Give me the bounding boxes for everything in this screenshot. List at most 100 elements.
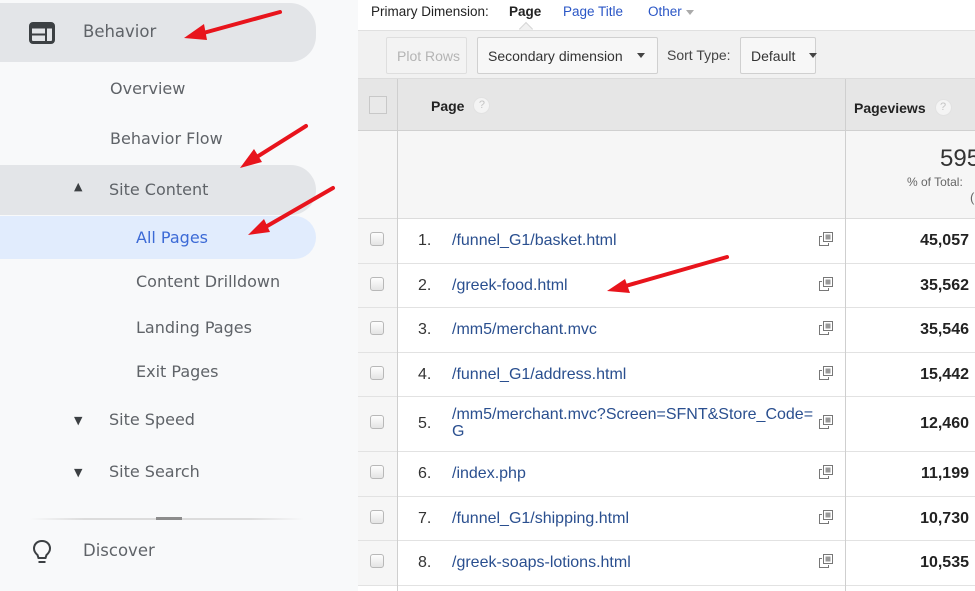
row-number: 4. — [418, 366, 432, 383]
sidebar-section-behavior[interactable]: Behavior — [0, 3, 316, 62]
page-link[interactable]: /funnel_G1/shipping.html — [452, 510, 818, 527]
select-all-checkbox[interactable] — [369, 96, 387, 114]
pageviews-value: 35,546 — [920, 321, 969, 338]
column-divider — [397, 79, 398, 591]
sidebar-item-overview[interactable]: Overview — [110, 79, 185, 98]
row-checkbox[interactable] — [370, 321, 384, 335]
page-link[interactable]: /mm5/merchant.mvc — [452, 321, 818, 338]
row-checkbox[interactable] — [370, 277, 384, 291]
page-link[interactable]: /mm5/merchant.mvc?Screen=SFNT&Store_Code… — [452, 406, 818, 440]
total-pageviews: 595 — [940, 145, 975, 172]
open-external-icon[interactable] — [819, 415, 833, 429]
dimension-other-label: Other — [648, 4, 682, 19]
pageviews-value: 12,460 — [920, 415, 969, 432]
open-external-icon[interactable] — [819, 321, 833, 335]
chevron-down-icon — [809, 53, 818, 58]
row-number: 7. — [418, 510, 432, 527]
caret-up-icon: ▲ — [74, 180, 83, 193]
primary-dimension-bar: Primary Dimension: Page Page Title Other — [358, 0, 975, 37]
sidebar-item-landing-pages[interactable]: Landing Pages — [136, 318, 252, 337]
pageviews-value: 10,535 — [920, 554, 969, 571]
row-number: 8. — [418, 554, 432, 571]
plot-rows-button[interactable]: Plot Rows — [386, 37, 467, 74]
open-external-icon[interactable] — [819, 465, 833, 479]
row-checkbox[interactable] — [370, 554, 384, 568]
page-link[interactable]: /index.php — [452, 465, 818, 482]
page-link[interactable]: /greek-food.html — [452, 277, 818, 294]
table-row: 6. /index.php 11,199 — [358, 452, 975, 497]
page-link[interactable]: /funnel_G1/basket.html — [452, 232, 818, 249]
sidebar-item-site-speed[interactable]: ▼ Site Speed — [0, 400, 316, 440]
row-number: 5. — [418, 415, 432, 432]
dimension-other-link[interactable]: Other — [648, 4, 694, 19]
table-row: 7. /funnel_G1/shipping.html 10,730 — [358, 497, 975, 541]
row-checkbox[interactable] — [370, 465, 384, 479]
table-row: 4. /funnel_G1/address.html 15,442 — [358, 353, 975, 397]
row-number: 3. — [418, 321, 432, 338]
primary-dimension-label: Primary Dimension: — [371, 4, 489, 19]
sidebar-nav: Behavior Overview Behavior Flow ▲ Site C… — [0, 0, 358, 591]
column-divider — [845, 79, 846, 591]
divider-handle — [156, 517, 182, 520]
row-checkbox[interactable] — [370, 366, 384, 380]
open-external-icon[interactable] — [819, 510, 833, 524]
behavior-icon — [29, 22, 55, 44]
help-icon[interactable]: ? — [473, 97, 491, 114]
lightbulb-icon — [31, 539, 53, 565]
secondary-dimension-dropdown[interactable]: Secondary dimension — [477, 37, 658, 74]
pageviews-value: 45,057 — [920, 232, 969, 249]
open-external-icon[interactable] — [819, 554, 833, 568]
pageviews-value: 10,730 — [920, 510, 969, 527]
pageviews-value: 15,442 — [920, 366, 969, 383]
total-percent-paren: ( — [970, 190, 975, 205]
column-header-page[interactable]: Page ? — [431, 97, 491, 114]
site-search-label: Site Search — [109, 462, 200, 481]
sidebar-item-discover[interactable]: Discover — [0, 530, 316, 570]
caret-down-icon: ▼ — [74, 466, 83, 479]
row-checkbox[interactable] — [370, 232, 384, 246]
column-header-pageviews[interactable]: Pageviews ? — [854, 99, 952, 116]
help-icon[interactable]: ? — [934, 99, 952, 116]
chevron-down-icon — [636, 53, 645, 58]
table-row: 2. /greek-food.html 35,562 — [358, 264, 975, 308]
sidebar-item-all-pages[interactable]: All Pages — [136, 228, 208, 247]
sort-type-value: Default — [751, 47, 796, 64]
discover-label: Discover — [83, 541, 155, 560]
sort-type-dropdown[interactable]: Default — [740, 37, 818, 74]
row-checkbox[interactable] — [370, 415, 384, 429]
page-link[interactable]: /greek-soaps-lotions.html — [452, 554, 818, 571]
sidebar-item-site-search[interactable]: ▼ Site Search — [0, 452, 316, 492]
sidebar-section-label: Behavior — [83, 22, 157, 41]
sidebar-item-behavior-flow[interactable]: Behavior Flow — [110, 129, 223, 148]
open-external-icon[interactable] — [819, 277, 833, 291]
open-external-icon[interactable] — [819, 366, 833, 380]
row-number: 6. — [418, 465, 432, 482]
pageviews-value: 35,562 — [920, 277, 969, 294]
report-panel: Primary Dimension: Page Page Title Other… — [358, 0, 975, 591]
site-content-label: Site Content — [109, 180, 209, 199]
row-number: 1. — [418, 232, 432, 249]
totals-row: 595 % of Total: ( — [358, 131, 975, 219]
table-row: 5. /mm5/merchant.mvc?Screen=SFNT&Store_C… — [358, 397, 975, 452]
column-header-page-label: Page — [431, 97, 465, 114]
sidebar-item-exit-pages[interactable]: Exit Pages — [136, 362, 218, 381]
sidebar-item-content-drilldown[interactable]: Content Drilldown — [136, 272, 280, 291]
sort-type-label: Sort Type: — [667, 47, 731, 63]
page-link[interactable]: /funnel_G1/address.html — [452, 366, 818, 383]
table-row: 8. /greek-soaps-lotions.html 10,535 — [358, 541, 975, 586]
chevron-down-icon — [685, 9, 694, 15]
total-percent-label: % of Total: — [907, 175, 963, 189]
table-toolbar: Plot Rows Secondary dimension Sort Type:… — [358, 30, 975, 79]
row-checkbox[interactable] — [370, 510, 384, 524]
column-header-pageviews-label: Pageviews — [854, 99, 926, 116]
table-row: 1. /funnel_G1/basket.html 45,057 — [358, 219, 975, 264]
row-number: 2. — [418, 277, 432, 294]
pageviews-value: 11,199 — [920, 465, 969, 482]
open-external-icon[interactable] — [819, 232, 833, 246]
primary-dimension-current[interactable]: Page — [509, 4, 541, 19]
site-speed-label: Site Speed — [109, 410, 195, 429]
dimension-page-title-link[interactable]: Page Title — [563, 4, 623, 19]
sidebar-item-site-content[interactable]: ▲ Site Content — [0, 165, 316, 215]
table-row: 3. /mm5/merchant.mvc 35,546 — [358, 308, 975, 353]
caret-down-icon: ▼ — [74, 414, 83, 427]
